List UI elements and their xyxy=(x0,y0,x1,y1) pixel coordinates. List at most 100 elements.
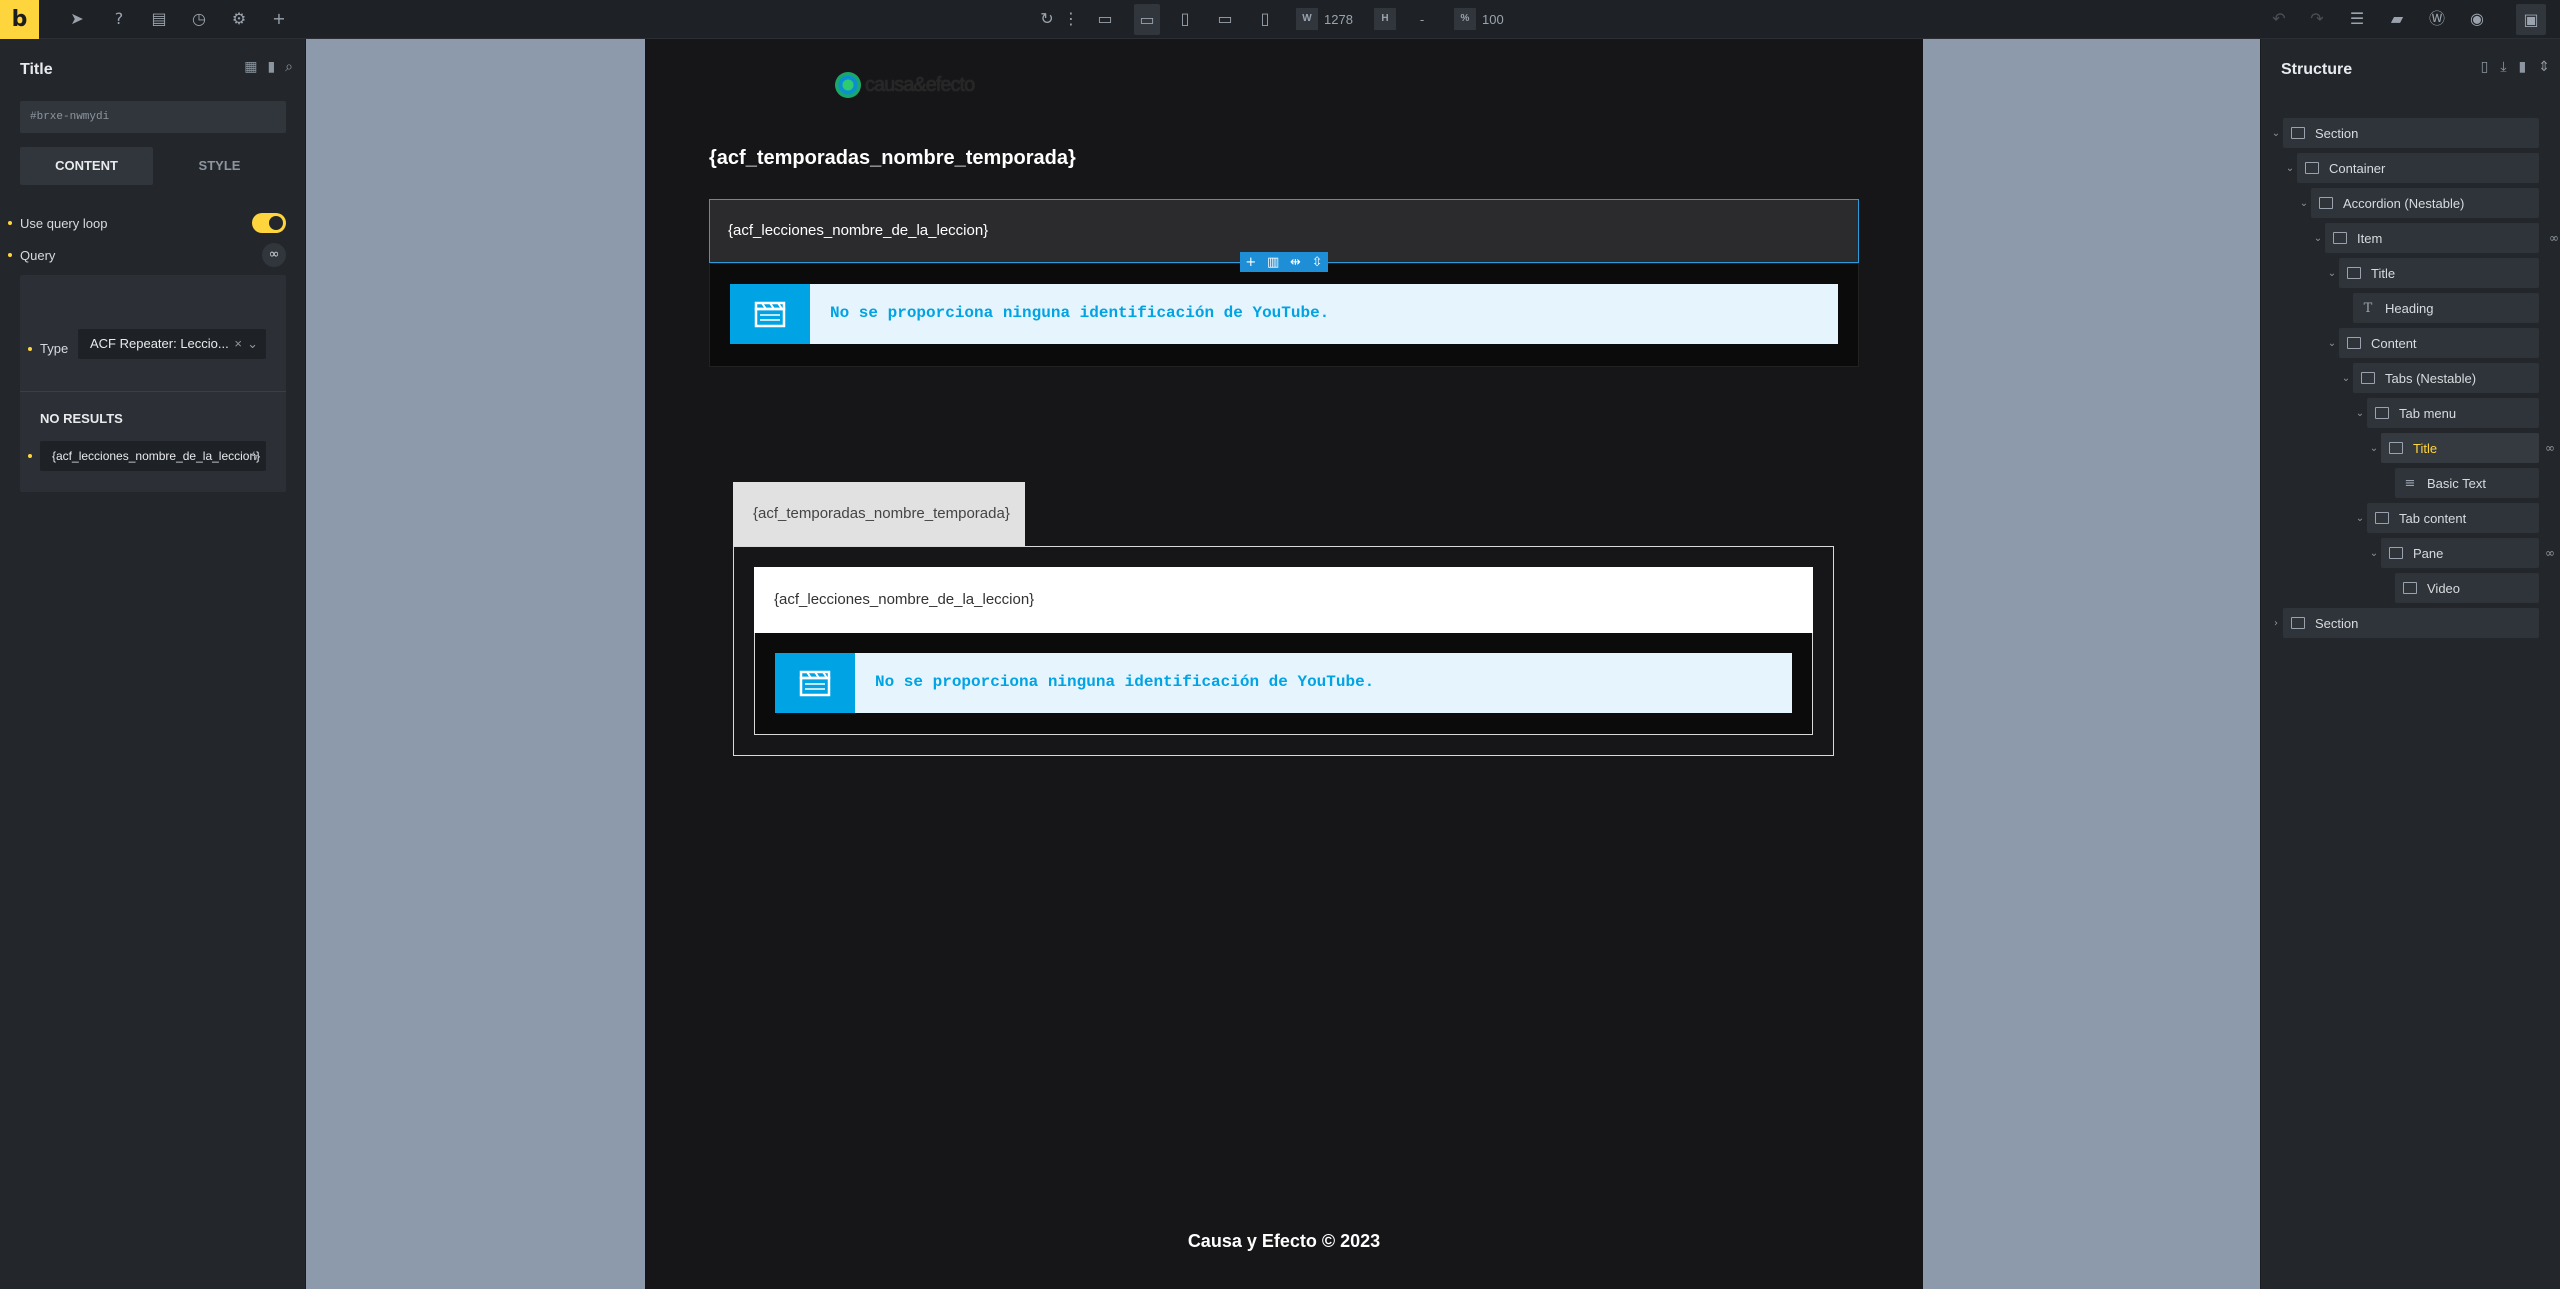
container-icon xyxy=(2305,162,2319,174)
tree-node-section-2[interactable]: › Section xyxy=(2269,608,2539,638)
tree-node-item[interactable]: ⌄ Item ∞ xyxy=(2311,223,2559,253)
add-icon[interactable]: + xyxy=(268,8,290,30)
footer-copyright: Causa y Efecto © 2023 xyxy=(1187,1231,1381,1251)
tree-node-label: Section xyxy=(2315,125,2359,141)
accordion-item-content[interactable]: No se proporciona ninguna identificación… xyxy=(709,263,1859,367)
tree-node-label: Tabs (Nestable) xyxy=(2385,370,2477,386)
inner-accordion-title[interactable]: {acf_lecciones_nombre_de_la_leccion} xyxy=(754,567,1813,633)
bricks-logo[interactable]: b xyxy=(0,0,39,39)
save-icon[interactable]: ▣ xyxy=(2516,4,2546,35)
tree-node-pane[interactable]: ⌄ Pane ∞ xyxy=(2367,538,2555,568)
use-query-loop-toggle[interactable] xyxy=(252,213,286,233)
structure-toggle-icon[interactable]: ☰ xyxy=(2346,8,2368,30)
link-icon[interactable]: ∞ xyxy=(262,243,286,267)
tree-node-video[interactable]: Video xyxy=(2381,573,2539,603)
video-placeholder-2[interactable]: No se proporciona ninguna identificación… xyxy=(775,653,1792,713)
zoom-input[interactable]: 100 xyxy=(1482,12,1522,27)
tree-node-tab-menu[interactable]: ⌄ Tab menu xyxy=(2353,398,2539,428)
heading-icon: T xyxy=(2363,300,2373,316)
dynamic-data-icon[interactable]: ϟ xyxy=(252,441,258,471)
redo-icon[interactable]: ↷ xyxy=(2306,8,2328,30)
mobile-icon[interactable]: ▯ xyxy=(1254,8,1276,30)
refresh-icon[interactable]: ↻ xyxy=(1036,8,1058,30)
tab-menu-title[interactable]: {acf_temporadas_nombre_temporada} xyxy=(733,482,1025,546)
top-toolbar: b ➤ ? ▤ ◷ ⚙ + ↻ ⋮ ▭ ▭ ▯ ▭ ▯ W 1278 H - %… xyxy=(0,0,2560,39)
clipboard-icon[interactable]: ▯ xyxy=(2481,59,2489,75)
class-icon[interactable]: ▦ xyxy=(244,59,257,75)
site-logo[interactable]: causa&efecto xyxy=(835,72,975,98)
block-icon xyxy=(2333,232,2347,244)
block-icon xyxy=(2347,337,2361,349)
height-input[interactable]: - xyxy=(1402,12,1442,27)
mouse-icon[interactable]: ▮ xyxy=(267,59,275,75)
section-icon xyxy=(2291,127,2305,139)
video-placeholder[interactable]: No se proporciona ninguna identificación… xyxy=(730,284,1838,344)
element-id-field[interactable]: #brxe-nwmydi xyxy=(20,101,286,133)
history-icon[interactable]: ◷ xyxy=(188,8,210,30)
tree-node-label: Video xyxy=(2427,580,2461,596)
no-results-label: NO RESULTS xyxy=(40,411,123,426)
video-icon xyxy=(2403,582,2417,594)
tablet-landscape-icon[interactable]: ▭ xyxy=(1214,8,1236,30)
laptop-breakpoint-icon[interactable]: ▭ xyxy=(1134,4,1160,35)
query-popup: Type ACF Repeater: Leccio... × ⌄ NO RESU… xyxy=(20,275,286,492)
block-icon xyxy=(2375,512,2389,524)
dynamic-data-input[interactable]: {acf_lecciones_nombre_de_la_leccion} ϟ xyxy=(40,441,266,471)
builder-canvas: causa&efecto {acf_temporadas_nombre_temp… xyxy=(645,39,1923,1289)
type-select-value: ACF Repeater: Leccio... xyxy=(90,336,229,351)
tab-content[interactable]: CONTENT xyxy=(20,147,153,185)
tree-node-label: Item xyxy=(2357,230,2383,246)
tree-node-section[interactable]: ⌄ Section xyxy=(2269,118,2539,148)
tree-node-label: Content xyxy=(2371,335,2417,351)
preview-eye-icon[interactable]: ◉ xyxy=(2466,8,2488,30)
tablet-portrait-icon[interactable]: ▯ xyxy=(1174,8,1196,30)
settings-icon[interactable]: ⚙ xyxy=(228,8,250,30)
use-query-loop-label: Use query loop xyxy=(20,215,108,231)
tree-node-container[interactable]: ⌄ Container xyxy=(2283,153,2539,183)
more-icon[interactable]: ⋮ xyxy=(1060,8,1082,30)
pages-icon[interactable]: ▤ xyxy=(148,8,170,30)
undo-icon[interactable]: ↶ xyxy=(2268,8,2290,30)
move-vertical-icon[interactable]: ⇳ xyxy=(1312,255,1323,270)
tree-node-content[interactable]: ⌄ Content xyxy=(2325,328,2539,358)
tree-node-tab-content[interactable]: ⌄ Tab content xyxy=(2353,503,2539,533)
tree-node-accordion[interactable]: ⌄ Accordion (Nestable) xyxy=(2297,188,2539,218)
structure-tools: ▯ ⤓ ▮ ⇕ xyxy=(2481,59,2550,75)
tree-node-basic-text[interactable]: ≡ Basic Text xyxy=(2381,468,2539,498)
type-label: Type xyxy=(40,341,69,356)
chevron-down-icon[interactable]: ⌄ xyxy=(247,329,258,359)
expand-icon[interactable]: ⇕ xyxy=(2538,59,2550,75)
width-control: W 1278 xyxy=(1296,8,1364,30)
section-icon xyxy=(2291,617,2305,629)
tree-node-tab-title[interactable]: ⌄ Title ∞ xyxy=(2367,433,2555,463)
tree-node-label: Accordion (Nestable) xyxy=(2343,195,2465,211)
tab-pane[interactable]: {acf_lecciones_nombre_de_la_leccion} No … xyxy=(733,546,1834,756)
type-select[interactable]: ACF Repeater: Leccio... × ⌄ xyxy=(78,329,266,359)
season-title[interactable]: {acf_temporadas_nombre_temporada} xyxy=(709,147,1076,170)
move-horizontal-icon[interactable]: ⇹ xyxy=(1290,255,1301,270)
help-icon[interactable]: ? xyxy=(108,8,130,30)
block-icon xyxy=(2347,267,2361,279)
columns-icon[interactable]: ▥ xyxy=(1267,255,1279,270)
download-icon[interactable]: ⤓ xyxy=(2500,59,2506,75)
tree-node-tabs[interactable]: ⌄ Tabs (Nestable) xyxy=(2339,363,2539,393)
desktop-icon[interactable]: ▭ xyxy=(1094,8,1116,30)
add-element-icon[interactable]: + xyxy=(1245,255,1256,270)
clear-icon[interactable]: × xyxy=(234,329,242,359)
video-message: No se proporciona ninguna identificación… xyxy=(830,304,1330,322)
pointer-icon[interactable]: ➤ xyxy=(66,8,88,30)
panel-tools: ▦ ▮ ⌕ xyxy=(244,59,293,75)
width-input[interactable]: 1278 xyxy=(1324,12,1364,27)
tree-node-heading[interactable]: T Heading xyxy=(2339,293,2539,323)
structure-title: Structure xyxy=(2281,61,2353,78)
tab-style[interactable]: STYLE xyxy=(153,147,286,185)
trash-icon[interactable]: ▮ xyxy=(2519,59,2527,75)
accordion-icon xyxy=(2319,197,2333,209)
logo-text: causa&efecto xyxy=(865,73,975,96)
wordpress-icon[interactable]: Ⓦ xyxy=(2426,8,2448,30)
tree-node-title[interactable]: ⌄ Title xyxy=(2325,258,2539,288)
inner-accordion-content[interactable]: No se proporciona ninguna identificación… xyxy=(754,633,1813,735)
block-icon xyxy=(2389,442,2403,454)
search-icon[interactable]: ⌕ xyxy=(285,59,293,75)
folder-icon[interactable]: ▰ xyxy=(2386,8,2408,30)
